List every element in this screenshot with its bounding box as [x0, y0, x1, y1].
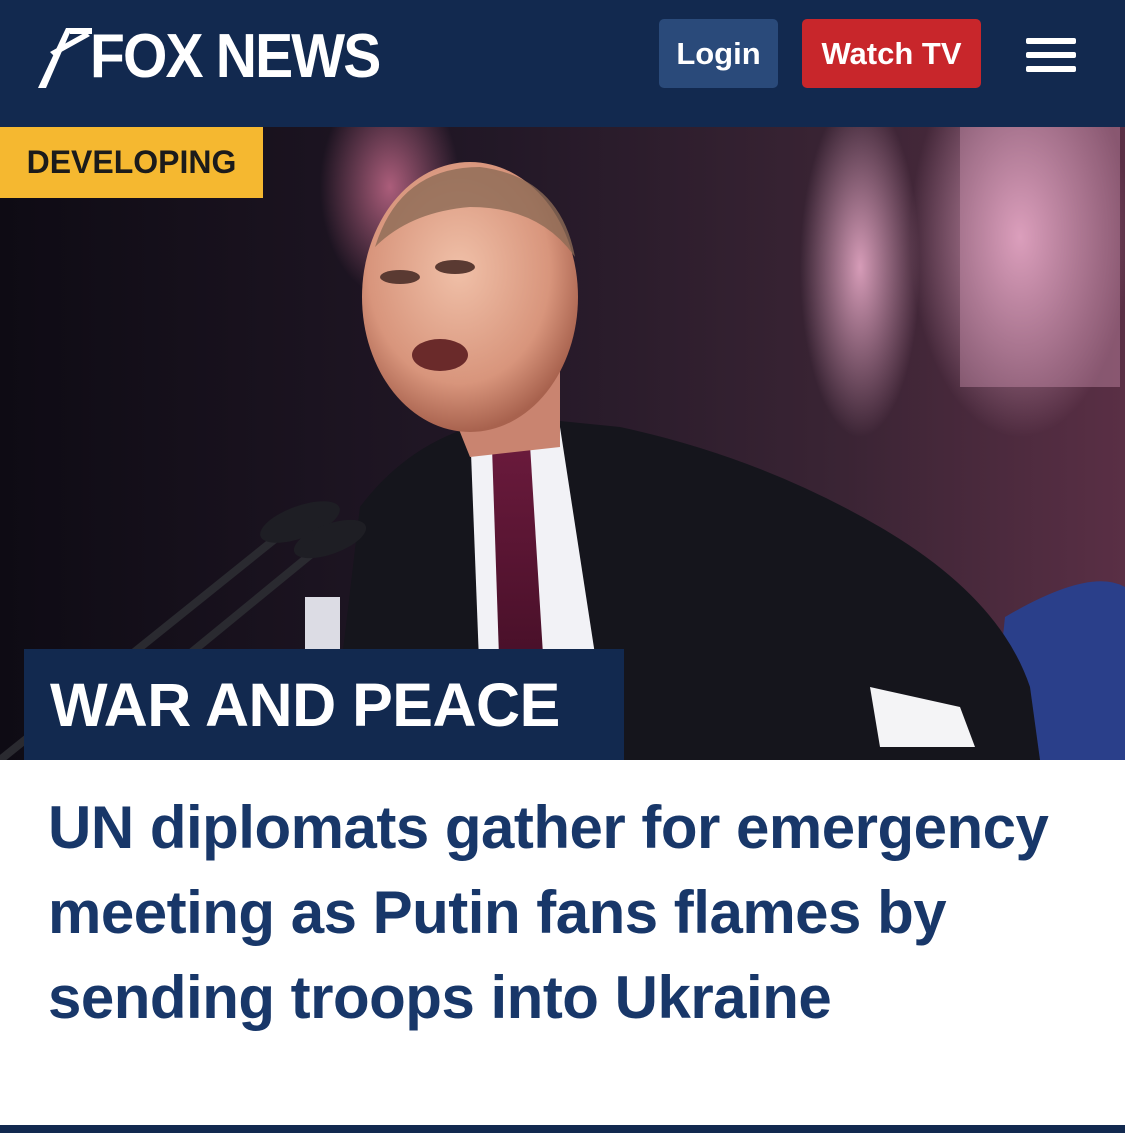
- logo-wordmark: FOX NEWS: [90, 22, 381, 91]
- menu-bar: [1026, 38, 1076, 44]
- developing-badge: DEVELOPING: [0, 127, 263, 198]
- fox-logo-icon: [38, 28, 92, 88]
- hamburger-menu-icon[interactable]: [1026, 38, 1078, 72]
- menu-bar: [1026, 52, 1076, 58]
- watch-tv-button[interactable]: Watch TV: [802, 19, 981, 88]
- login-button[interactable]: Login: [659, 19, 778, 88]
- fox-news-logo[interactable]: FOX NEWS: [36, 22, 405, 92]
- site-header: FOX NEWS Login Watch TV: [0, 0, 1125, 127]
- section-kicker[interactable]: WAR AND PEACE: [24, 649, 624, 760]
- menu-bar: [1026, 66, 1076, 72]
- article-headline[interactable]: UN diplomats gather for emergency meetin…: [48, 785, 1088, 1040]
- bottom-divider: [0, 1125, 1125, 1133]
